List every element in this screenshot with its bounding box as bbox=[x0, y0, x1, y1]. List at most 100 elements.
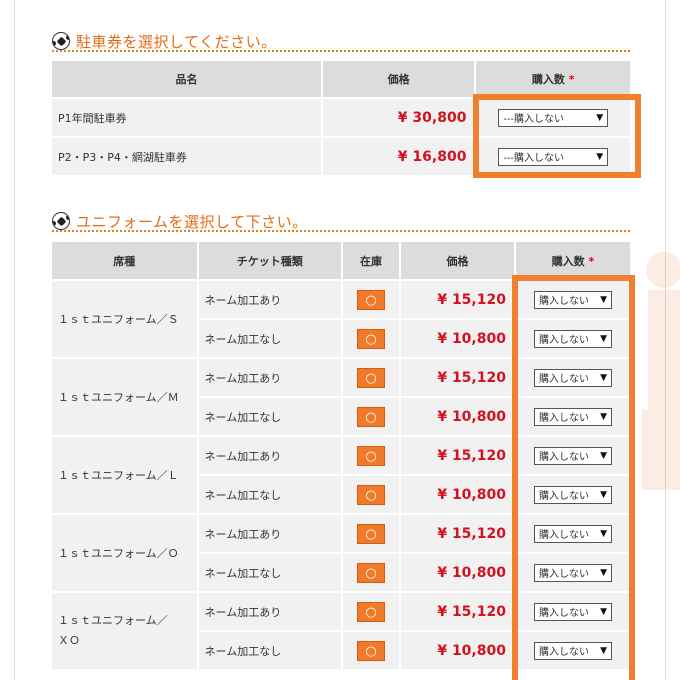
seat-name: １ｓｔユニフォーム／Ｌ bbox=[52, 437, 197, 513]
page-frame-left bbox=[0, 0, 15, 680]
triangle-down-icon: ▼ bbox=[600, 528, 607, 539]
uniform-title-text: ユニフォームを選択して下さい。 bbox=[76, 212, 308, 231]
ticket-type: ネーム加工あり bbox=[198, 515, 342, 552]
header-qty-label: 購入数 bbox=[551, 254, 585, 268]
uniform-title-underline bbox=[52, 230, 630, 232]
uniform-table: 席種 チケット種類 在庫 価格 購入数 * １ｓｔユニフォーム／Ｓ ネーム加工あ… bbox=[50, 240, 632, 671]
stock-cell: ○ bbox=[343, 593, 399, 630]
qty-cell: 購入しない ▼ bbox=[515, 515, 630, 552]
header-qty: 購入数 * bbox=[515, 242, 630, 279]
ticket-price: ¥ 15,120 bbox=[401, 515, 514, 552]
qty-cell: 購入しない ▼ bbox=[515, 554, 630, 591]
quantity-select[interactable]: 購入しない ▼ bbox=[533, 485, 612, 504]
triangle-down-icon: ▼ bbox=[600, 411, 607, 422]
stock-cell: ○ bbox=[343, 437, 399, 474]
quantity-select-value: 購入しない bbox=[538, 452, 589, 463]
stock-cell: ○ bbox=[343, 554, 399, 591]
table-row: １ｓｔユニフォーム／Ｓ ネーム加工あり ○ ¥ 15,120 購入しない ▼ bbox=[52, 281, 630, 357]
quantity-select[interactable]: 購入しない ▼ bbox=[533, 290, 612, 309]
header-name: 品名 bbox=[52, 61, 321, 97]
table-row: １ｓｔユニフォーム／Ｏ ネーム加工あり ○ ¥ 15,120 購入しない ▼ bbox=[52, 515, 630, 591]
stock-badge: ○ bbox=[357, 328, 386, 349]
mascot-watermark bbox=[642, 252, 680, 490]
table-row: １ｓｔユニフォーム／Ｍ ネーム加工あり ○ ¥ 15,120 購入しない ▼ bbox=[52, 359, 630, 435]
header-price: 価格 bbox=[401, 242, 514, 279]
stock-badge: ○ bbox=[357, 484, 386, 505]
stock-cell: ○ bbox=[343, 515, 399, 552]
ticket-price: ¥ 10,800 bbox=[401, 320, 514, 357]
quantity-select-value: 購入しない bbox=[538, 296, 589, 307]
product-price: ¥ 16,800 bbox=[322, 138, 475, 175]
triangle-down-icon: ▼ bbox=[600, 567, 607, 578]
header-seat: 席種 bbox=[52, 242, 197, 279]
triangle-down-icon: ▼ bbox=[600, 450, 607, 461]
qty-cell: ---購入しない ▼ bbox=[476, 138, 630, 175]
ticket-price: ¥ 10,800 bbox=[401, 632, 514, 669]
header-price: 価格 bbox=[322, 61, 475, 97]
ticket-type: ネーム加工なし bbox=[198, 398, 342, 435]
triangle-down-icon: ▼ bbox=[600, 372, 607, 383]
soccer-ball-icon bbox=[52, 212, 70, 230]
quantity-select[interactable]: ---購入しない ▼ bbox=[498, 108, 609, 127]
table-row: P2・P3・P4・網湖駐車券 ¥ 16,800 ---購入しない ▼ bbox=[52, 138, 630, 175]
ticket-price: ¥ 10,800 bbox=[401, 554, 514, 591]
stock-badge: ○ bbox=[357, 640, 386, 661]
stock-cell: ○ bbox=[343, 476, 399, 513]
quantity-select-value: 購入しない bbox=[538, 491, 589, 502]
qty-cell: 購入しない ▼ bbox=[515, 359, 630, 396]
quantity-select[interactable]: 購入しない ▼ bbox=[533, 602, 612, 621]
triangle-down-icon: ▼ bbox=[600, 606, 607, 617]
seat-name: １ｓｔユニフォーム／Ｏ bbox=[52, 515, 197, 591]
quantity-select[interactable]: 購入しない ▼ bbox=[533, 563, 612, 582]
ticket-type: ネーム加工あり bbox=[198, 359, 342, 396]
stock-badge: ○ bbox=[357, 367, 386, 388]
ticket-price: ¥ 15,120 bbox=[401, 281, 514, 318]
table-row: P1年間駐車券 ¥ 30,800 ---購入しない ▼ bbox=[52, 99, 630, 136]
ticket-price: ¥ 15,120 bbox=[401, 593, 514, 630]
qty-cell: 購入しない ▼ bbox=[515, 320, 630, 357]
stock-badge: ○ bbox=[357, 289, 386, 310]
product-price: ¥ 30,800 bbox=[322, 99, 475, 136]
uniform-section-title: ユニフォームを選択して下さい。 bbox=[52, 210, 308, 232]
quantity-select[interactable]: 購入しない ▼ bbox=[533, 446, 612, 465]
ticket-price: ¥ 15,120 bbox=[401, 359, 514, 396]
qty-cell: 購入しない ▼ bbox=[515, 437, 630, 474]
header-qty-label: 購入数 bbox=[531, 73, 565, 86]
quantity-select[interactable]: ---購入しない ▼ bbox=[498, 147, 609, 166]
seat-name: １ｓｔユニフォーム／ＸＯ bbox=[52, 593, 197, 669]
triangle-down-icon: ▼ bbox=[600, 294, 607, 305]
ticket-type: ネーム加工あり bbox=[198, 437, 342, 474]
quantity-select-value: 購入しない bbox=[538, 335, 589, 346]
quantity-select[interactable]: 購入しない ▼ bbox=[533, 641, 612, 660]
quantity-select-value: 購入しない bbox=[538, 374, 589, 385]
stock-badge: ○ bbox=[357, 406, 386, 427]
product-name: P1年間駐車券 bbox=[52, 99, 321, 136]
quantity-select-value: 購入しない bbox=[538, 530, 589, 541]
triangle-down-icon: ▼ bbox=[596, 151, 604, 162]
stock-cell: ○ bbox=[343, 359, 399, 396]
quantity-select-value: 購入しない bbox=[538, 647, 589, 658]
header-ticket: チケット種類 bbox=[198, 242, 342, 279]
quantity-select[interactable]: 購入しない ▼ bbox=[533, 407, 612, 426]
qty-cell: 購入しない ▼ bbox=[515, 632, 630, 669]
ticket-type: ネーム加工なし bbox=[198, 554, 342, 591]
parking-section-title: 駐車券を選択してください。 bbox=[52, 30, 277, 52]
triangle-down-icon: ▼ bbox=[600, 645, 607, 656]
quantity-select[interactable]: 購入しない ▼ bbox=[533, 329, 612, 348]
quantity-select[interactable]: 購入しない ▼ bbox=[533, 368, 612, 387]
ticket-type: ネーム加工なし bbox=[198, 476, 342, 513]
qty-cell: ---購入しない ▼ bbox=[476, 99, 630, 136]
header-stock: 在庫 bbox=[343, 242, 399, 279]
ticket-type: ネーム加工なし bbox=[198, 632, 342, 669]
ticket-price: ¥ 10,800 bbox=[401, 476, 514, 513]
required-mark: * bbox=[588, 254, 595, 268]
quantity-select-value: 購入しない bbox=[538, 608, 589, 619]
triangle-down-icon: ▼ bbox=[600, 333, 607, 344]
qty-cell: 購入しない ▼ bbox=[515, 398, 630, 435]
stock-badge: ○ bbox=[357, 601, 386, 622]
ticket-type: ネーム加工なし bbox=[198, 320, 342, 357]
quantity-select[interactable]: 購入しない ▼ bbox=[533, 524, 612, 543]
quantity-select-value: ---購入しない bbox=[503, 153, 565, 164]
soccer-ball-icon bbox=[52, 32, 70, 50]
ticket-type: ネーム加工あり bbox=[198, 593, 342, 630]
